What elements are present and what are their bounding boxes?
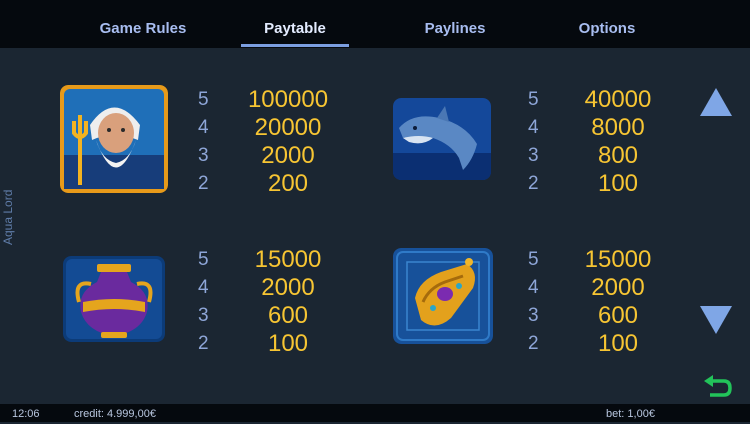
- payout-value: 2000: [591, 274, 645, 301]
- payout-value: 600: [267, 302, 309, 329]
- tab-paylines[interactable]: Paylines: [400, 0, 510, 48]
- count-label: 5: [198, 249, 209, 270]
- poseidon-payouts: 100000 20000 2000 200: [238, 86, 338, 198]
- payout-value: 600: [597, 302, 639, 329]
- tab-game-rules[interactable]: Game Rules: [88, 0, 198, 48]
- tab-options[interactable]: Options: [552, 0, 662, 48]
- dolphin-payouts: 40000 8000 800 100: [568, 86, 668, 198]
- count-label: 2: [528, 173, 539, 194]
- count-label: 3: [528, 145, 539, 166]
- payout-value: 20000: [254, 114, 322, 141]
- count-label: 2: [198, 333, 209, 354]
- amphora-counts: 5 4 3 2: [198, 246, 209, 358]
- clock: 12:06: [12, 408, 40, 420]
- payout-value: 40000: [584, 86, 652, 113]
- active-tab-indicator: [241, 44, 349, 47]
- bracelet-counts: 5 4 3 2: [528, 246, 539, 358]
- count-label: 3: [198, 145, 209, 166]
- poseidon-icon: [60, 85, 168, 193]
- payout-value: 100: [267, 330, 309, 357]
- dolphin-icon: [393, 98, 491, 180]
- count-label: 4: [528, 277, 539, 298]
- status-bar: 12:06 credit: 4.999,00€ bet: 1,00€: [0, 404, 750, 422]
- game-title: Aqua Lord: [1, 189, 15, 245]
- count-label: 2: [198, 173, 209, 194]
- tab-paytable[interactable]: Paytable: [241, 0, 349, 48]
- poseidon-counts: 5 4 3 2: [198, 86, 209, 198]
- count-label: 4: [198, 117, 209, 138]
- payout-value: 100: [597, 330, 639, 357]
- payout-value: 2000: [261, 142, 315, 169]
- count-label: 3: [528, 305, 539, 326]
- count-label: 2: [528, 333, 539, 354]
- payout-value: 100: [597, 170, 639, 197]
- payout-value: 2000: [261, 274, 315, 301]
- credit-display: credit: 4.999,00€: [74, 408, 156, 420]
- count-label: 3: [198, 305, 209, 326]
- count-label: 5: [528, 89, 539, 110]
- payout-value: 15000: [584, 246, 652, 273]
- arrow-down-icon[interactable]: [700, 306, 732, 334]
- payout-value: 800: [597, 142, 639, 169]
- count-label: 4: [198, 277, 209, 298]
- arrow-up-icon[interactable]: [700, 88, 732, 116]
- golden-bracelet-icon: [393, 248, 493, 344]
- dolphin-counts: 5 4 3 2: [528, 86, 539, 198]
- payout-value: 8000: [591, 114, 645, 141]
- payout-value: 200: [267, 170, 309, 197]
- count-label: 5: [528, 249, 539, 270]
- amphora-icon: [63, 256, 165, 342]
- count-label: 5: [198, 89, 209, 110]
- amphora-payouts: 15000 2000 600 100: [238, 246, 338, 358]
- count-label: 4: [528, 117, 539, 138]
- bracelet-payouts: 15000 2000 600 100: [568, 246, 668, 358]
- payout-value: 100000: [247, 86, 329, 113]
- back-arrow-icon[interactable]: [702, 373, 732, 403]
- bet-display: bet: 1,00€: [606, 408, 655, 420]
- payout-value: 15000: [254, 246, 322, 273]
- top-nav-bar: Game Rules Paytable Paylines Options: [0, 0, 750, 48]
